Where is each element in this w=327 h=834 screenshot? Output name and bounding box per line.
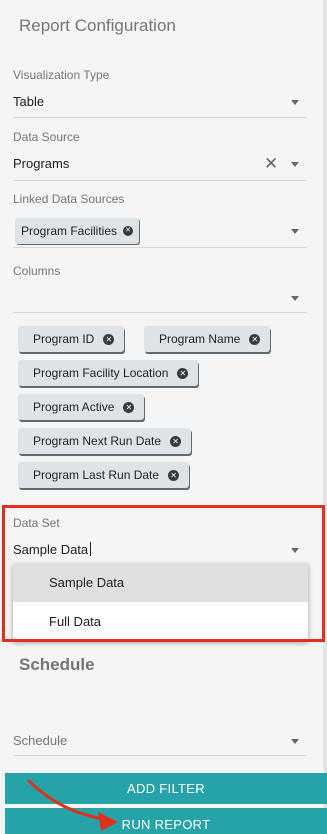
arrow-annotation-shaft — [26, 778, 109, 822]
visualization-type-label: Visualization Type — [13, 68, 110, 82]
arrow-annotation — [26, 778, 118, 831]
column-chip-program-facility-location[interactable]: Program Facility Location ✕ — [18, 360, 199, 386]
column-chip-label: Program Name — [159, 332, 241, 346]
remove-chip-icon[interactable]: ✕ — [103, 333, 115, 345]
remove-chip-icon[interactable]: ✕ — [123, 401, 135, 413]
schedule-underline — [13, 755, 307, 756]
linked-data-sources-underline — [13, 247, 307, 248]
close-icon[interactable]: ✕ — [264, 155, 278, 172]
arrow-annotation-head — [98, 812, 118, 831]
remove-chip-icon[interactable]: ✕ — [168, 469, 180, 481]
column-chip-program-id[interactable]: Program ID ✕ — [18, 326, 125, 352]
visualization-type-underline — [13, 117, 307, 118]
remove-chip-icon[interactable]: ✕ — [249, 333, 261, 345]
remove-chip-icon[interactable]: ✕ — [170, 435, 182, 447]
remove-chip-icon[interactable]: ✕ — [123, 226, 134, 236]
page-title: Report Configuration — [19, 16, 176, 35]
column-chip-program-next-run-date[interactable]: Program Next Run Date ✕ — [18, 428, 192, 454]
remove-chip-icon[interactable]: ✕ — [177, 367, 189, 379]
linked-source-chip-label: Program Facilities — [21, 224, 118, 238]
chevron-down-icon[interactable] — [291, 296, 299, 301]
column-chip-label: Program Next Run Date — [33, 434, 162, 448]
column-chip-label: Program Facility Location — [33, 366, 169, 380]
linked-source-chip[interactable]: Program Facilities ✕ — [15, 218, 140, 244]
chevron-down-icon[interactable] — [291, 229, 299, 234]
column-chip-label: Program Active — [33, 400, 115, 414]
chevron-down-icon[interactable] — [291, 739, 299, 744]
columns-label: Columns — [13, 264, 61, 278]
linked-data-sources-label: Linked Data Sources — [13, 192, 125, 206]
schedule-select[interactable]: Schedule — [13, 733, 67, 748]
data-source-underline — [13, 180, 307, 181]
schedule-section-title: Schedule — [19, 655, 95, 674]
panel-edge — [323, 0, 327, 834]
highlight-box — [2, 505, 325, 642]
column-chip-program-active[interactable]: Program Active ✕ — [18, 394, 145, 420]
column-chip-program-last-run-date[interactable]: Program Last Run Date ✕ — [18, 462, 190, 488]
data-source-select[interactable]: Programs — [13, 156, 69, 171]
column-chip-label: Program ID — [33, 332, 95, 346]
data-source-label: Data Source — [13, 130, 80, 144]
columns-underline — [13, 312, 307, 313]
chevron-down-icon[interactable] — [291, 162, 299, 167]
column-chip-program-name[interactable]: Program Name ✕ — [144, 326, 271, 352]
chevron-down-icon[interactable] — [291, 100, 299, 105]
column-chip-label: Program Last Run Date — [33, 468, 160, 482]
report-config-panel: Report Configuration Visualization Type … — [0, 0, 327, 834]
visualization-type-select[interactable]: Table — [13, 94, 44, 109]
